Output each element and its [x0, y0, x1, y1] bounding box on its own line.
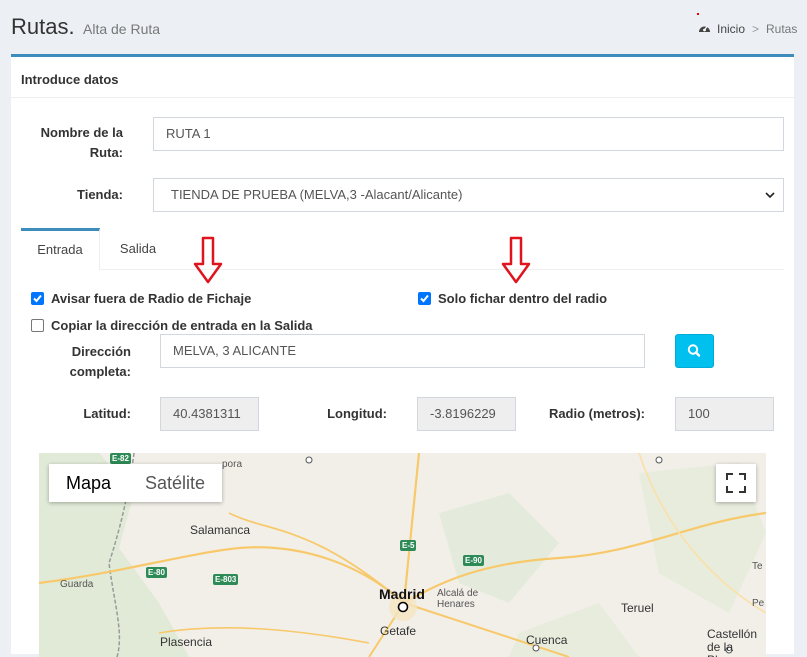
status-dot	[697, 13, 699, 15]
fullscreen-button[interactable]	[716, 464, 756, 502]
breadcrumb-home-link[interactable]: Inicio	[717, 22, 745, 36]
red-arrow-down-icon	[193, 236, 223, 284]
map-place-label: Guarda	[60, 579, 94, 590]
radius-field[interactable]: 100	[675, 397, 774, 431]
page-subtitle: Alta de Ruta	[83, 21, 161, 37]
map-place-label: Plasencia	[160, 635, 213, 649]
store-select[interactable]: TIENDA DE PRUEBA (MELVA,3 -Alacant/Alica…	[153, 178, 784, 212]
form-box: Introduce datos Nombre de la Ruta: RUTA …	[11, 54, 794, 657]
route-name-label-line1: Nombre de la	[40, 125, 123, 140]
content-header: Rutas. Alta de Ruta Inicio > Rutas	[0, 0, 807, 56]
map-place-label: Castellón de la Plana	[707, 627, 758, 657]
fullscreen-icon	[726, 473, 746, 493]
map-place-label: Madrid	[379, 586, 425, 602]
road-label: E-90	[463, 555, 484, 566]
latitude-field[interactable]: 40.4381311	[160, 397, 259, 431]
map-place-label: Pe	[752, 598, 765, 609]
route-name-input[interactable]: RUTA 1	[153, 117, 784, 151]
longitude-label: Longitud:	[327, 406, 387, 421]
map-place-label: pora	[222, 459, 243, 470]
store-label: Tienda:	[77, 187, 123, 202]
road-label: E-80	[146, 567, 167, 578]
map-view[interactable]: E-82 E-80 E-803 E-5 E-90 Salamanca Guard…	[39, 453, 766, 657]
address-input[interactable]: MELVA, 3 ALICANTE	[160, 334, 645, 368]
warn-outside-checkbox[interactable]	[31, 292, 44, 305]
breadcrumb-current: Rutas	[766, 22, 798, 36]
map-type-mapa-button[interactable]: Mapa	[49, 464, 128, 502]
box-title: Introduce datos	[21, 72, 119, 87]
map-place-label: Salamanca	[190, 523, 251, 537]
radius-label: Radio (metros):	[548, 406, 645, 421]
road-label: E-5	[400, 540, 417, 551]
map-place-label: Cuenca	[526, 633, 568, 647]
road-label: E-82	[110, 453, 131, 464]
only-inside-label[interactable]: Solo fichar dentro del radio	[438, 291, 607, 306]
route-name-label: Nombre de la Ruta:	[31, 123, 123, 163]
tab-salida[interactable]: Salida	[104, 228, 172, 270]
tab-entrada[interactable]: Entrada	[21, 228, 100, 270]
check-icon	[420, 294, 429, 303]
dashboard-icon	[699, 26, 710, 32]
search-button[interactable]	[675, 334, 714, 368]
map-place-label: Getafe	[380, 624, 417, 638]
divider	[11, 97, 794, 98]
chevron-down-icon	[765, 192, 775, 199]
latitude-label: Latitud:	[83, 406, 131, 421]
address-label: Dirección completa:	[41, 342, 131, 382]
check-icon	[33, 294, 42, 303]
breadcrumb-separator: >	[752, 22, 760, 36]
red-arrow-down-icon	[501, 236, 531, 284]
longitude-field[interactable]: -3.8196229	[417, 397, 516, 431]
map-place-label: Te	[752, 561, 763, 572]
warn-outside-label[interactable]: Avisar fuera de Radio de Fichaje	[51, 291, 251, 306]
map-place-label: Teruel	[621, 601, 654, 615]
copy-address-checkbox[interactable]	[31, 319, 44, 332]
search-icon	[687, 344, 701, 357]
only-inside-checkbox[interactable]	[418, 292, 431, 305]
road-label: E-803	[213, 574, 239, 585]
address-label-line2: completa:	[69, 364, 131, 379]
route-name-label-line2: Ruta:	[89, 145, 123, 160]
map-type-control: Mapa Satélite	[49, 464, 223, 502]
map-place-label: Alcalá de Henares	[437, 588, 479, 610]
store-select-value: TIENDA DE PRUEBA (MELVA,3 -Alacant/Alica…	[171, 187, 463, 202]
page-title: Rutas.	[11, 14, 75, 39]
copy-address-label[interactable]: Copiar la dirección de entrada en la Sal…	[51, 318, 313, 333]
address-label-line1: Dirección	[71, 344, 131, 359]
map-type-satelite-button[interactable]: Satélite	[128, 464, 222, 502]
